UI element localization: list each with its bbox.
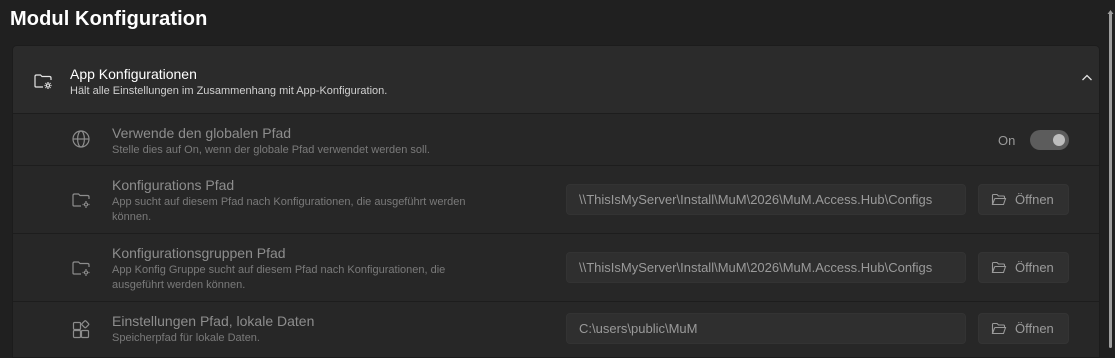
open-button-label: Öffnen (1015, 192, 1054, 207)
section-subtitle: Hält alle Einstellungen im Zusammenhang … (70, 85, 388, 97)
setting-title: Einstellungen Pfad, lokale Daten (112, 313, 315, 329)
config-group-path-field[interactable]: \\ThisIsMyServer\Install\MuM\2026\MuM.Ac… (566, 252, 966, 283)
setting-subtitle: Speicherpfad für lokale Daten. (112, 332, 260, 344)
setting-row-config-group-path: Konfigurationsgruppen Pfad App Konfig Gr… (13, 234, 1099, 302)
folder-open-icon (991, 192, 1007, 208)
open-button-label: Öffnen (1015, 260, 1054, 275)
folder-settings-icon (71, 258, 91, 278)
open-button-label: Öffnen (1015, 321, 1054, 336)
folder-open-icon (991, 260, 1007, 276)
setting-title: Konfigurations Pfad (112, 177, 235, 193)
setting-subtitle-line2: können. (112, 211, 152, 223)
local-data-path-field[interactable]: C:\users\public\MuM (566, 313, 966, 344)
open-config-path-button[interactable]: Öffnen (978, 184, 1069, 215)
setting-subtitle-line1: App Konfig Gruppe sucht auf diesem Pfad … (112, 264, 446, 276)
apps-add-icon (71, 320, 91, 340)
open-config-group-path-button[interactable]: Öffnen (978, 252, 1069, 283)
scrollbar-thumb[interactable] (1109, 12, 1112, 348)
open-local-data-path-button[interactable]: Öffnen (978, 313, 1069, 344)
config-path-field[interactable]: \\ThisIsMyServer\Install\MuM\2026\MuM.Ac… (566, 184, 966, 215)
global-path-toggle[interactable] (1030, 130, 1069, 150)
setting-title: Konfigurationsgruppen Pfad (112, 245, 286, 261)
setting-row-global-path: Verwende den globalen Pfad Stelle dies a… (13, 114, 1099, 166)
setting-subtitle: Stelle dies auf On, wenn der globale Pfa… (112, 144, 430, 156)
folder-open-icon (991, 321, 1007, 337)
section-header-app-konfigurationen[interactable]: App Konfigurationen Hält alle Einstellun… (13, 46, 1099, 114)
setting-subtitle-line2: ausgeführt werden können. (112, 279, 246, 291)
folder-settings-icon (71, 190, 91, 210)
setting-row-local-data-path: Einstellungen Pfad, lokale Daten Speiche… (13, 302, 1099, 357)
setting-title: Verwende den globalen Pfad (112, 125, 292, 141)
chevron-up-icon[interactable] (1079, 70, 1095, 86)
toggle-knob (1053, 134, 1065, 146)
settings-card: App Konfigurationen Hält alle Einstellun… (12, 45, 1100, 358)
setting-row-config-path: Konfigurations Pfad App sucht auf diesem… (13, 166, 1099, 234)
globe-icon (71, 129, 91, 149)
vertical-scrollbar[interactable] (1106, 0, 1115, 358)
folder-settings-icon (33, 71, 53, 91)
toggle-state-label: On (998, 133, 1016, 148)
scroll-up-arrow-icon[interactable] (1107, 2, 1114, 14)
section-title: App Konfigurationen (70, 66, 197, 82)
page-title: Modul Konfiguration (10, 8, 208, 30)
setting-subtitle-line1: App sucht auf diesem Pfad nach Konfigura… (112, 196, 466, 208)
